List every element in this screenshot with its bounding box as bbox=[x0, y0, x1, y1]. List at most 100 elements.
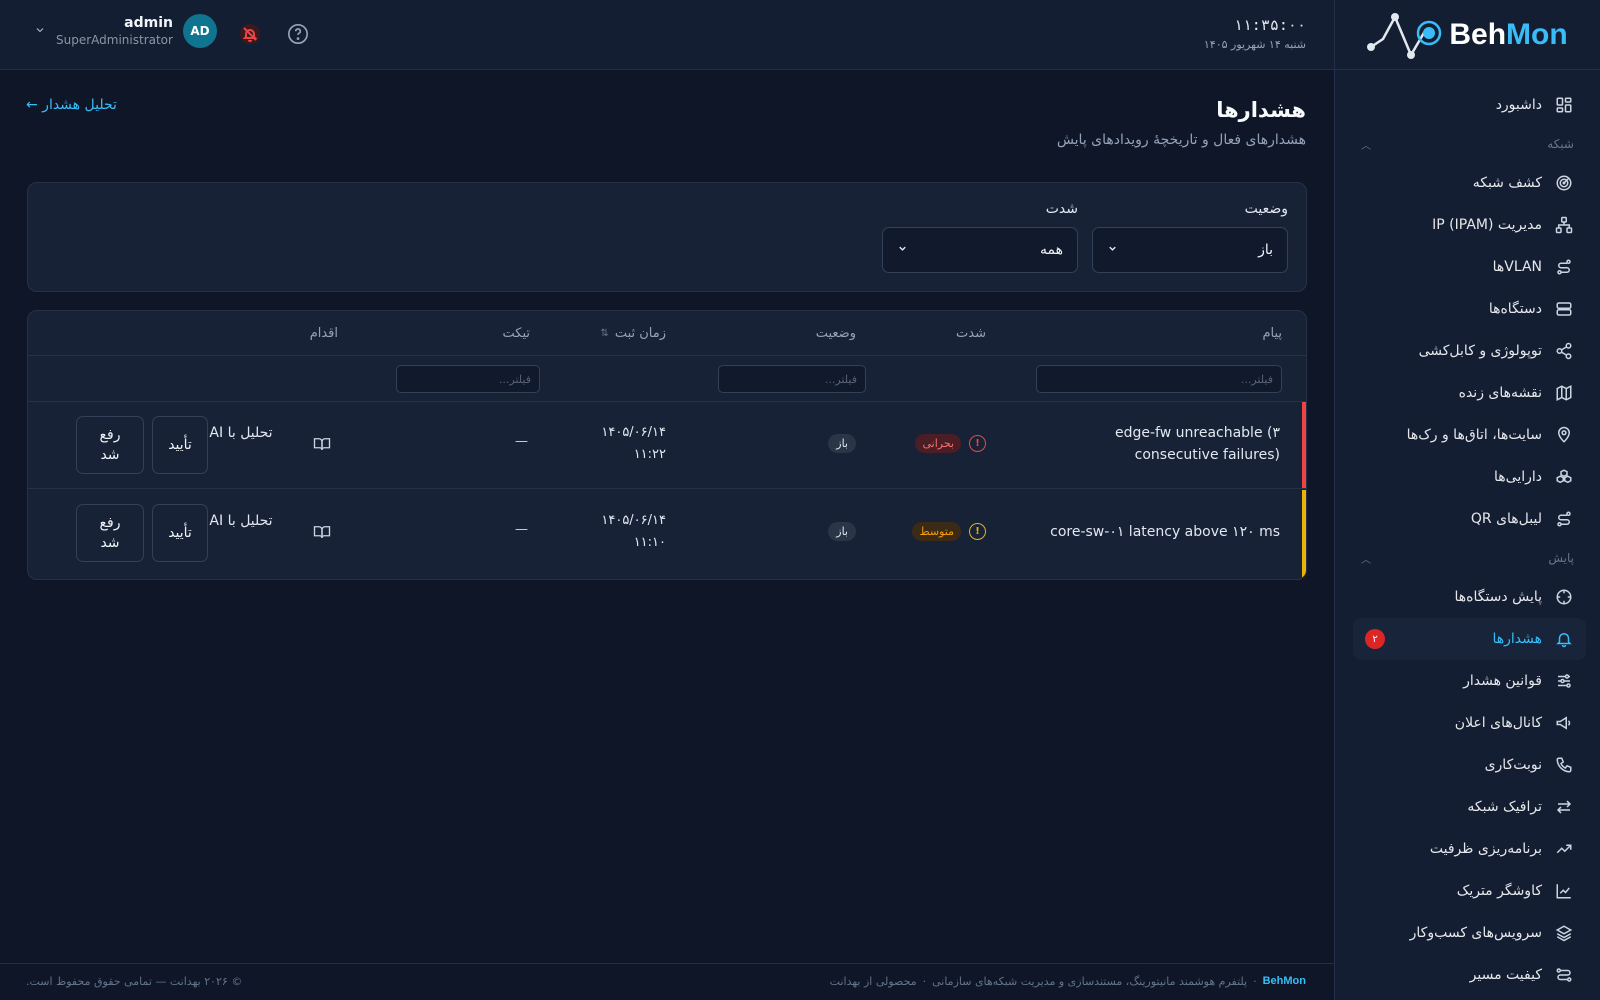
sidebar-item-notification-channels[interactable]: کانال‌های اعلان bbox=[1335, 702, 1600, 744]
ticket-filter-input[interactable] bbox=[396, 365, 540, 393]
sidebar-item-label: کیفیت مسیر bbox=[1469, 967, 1542, 983]
column-header-status[interactable]: وضعیت bbox=[816, 326, 856, 341]
alert-circle-icon: ! bbox=[969, 523, 986, 540]
book-open-icon[interactable] bbox=[313, 523, 331, 541]
avatar[interactable]: AD bbox=[182, 14, 217, 48]
alerts-table: پیام شدت وضعیت زمان ثبت ⇅ تیکت اقدام edg… bbox=[27, 310, 1307, 580]
top-header: ۱۱:۳۵:۰۰ شنبه ۱۴ شهریور ۱۴۰۵ admin Super… bbox=[0, 0, 1334, 70]
chevron-up-icon: ︿ bbox=[1361, 554, 1371, 566]
sidebar-section-monitoring[interactable]: پایش ︿ bbox=[1335, 540, 1600, 576]
footer-copyright: © ۲۰۲۶ بهدانت — تمامی حقوق محفوظ است. bbox=[26, 975, 243, 988]
column-header-message[interactable]: پیام bbox=[1262, 326, 1282, 341]
ticket-value: — bbox=[515, 522, 528, 537]
sidebar-item-qr-labels[interactable]: لیبل‌های QR bbox=[1335, 498, 1600, 540]
layers-icon bbox=[1554, 923, 1574, 943]
message-filter-input[interactable] bbox=[1036, 365, 1282, 393]
help-icon[interactable] bbox=[286, 22, 310, 46]
sidebar-item-alerts[interactable]: هشدارها ۲ bbox=[1353, 618, 1586, 660]
severity-cell: ! متوسط bbox=[912, 522, 986, 541]
status-filter-select[interactable]: باز bbox=[1092, 227, 1288, 273]
resolve-button[interactable]: رفع شد bbox=[76, 416, 144, 474]
acknowledge-button[interactable]: تأیید bbox=[152, 504, 208, 562]
severity-filter-label: شدت bbox=[1045, 201, 1078, 217]
path-icon bbox=[1554, 965, 1574, 985]
sidebar-item-on-call[interactable]: نوبت‌کاری bbox=[1335, 744, 1600, 786]
sidebar-item-label: کانال‌های اعلان bbox=[1454, 715, 1542, 731]
phone-icon bbox=[1554, 755, 1574, 775]
sidebar-item-network-discovery[interactable]: کشف شبکه bbox=[1335, 162, 1600, 204]
table-row[interactable]: core-sw-۰۱ latency above ۱۲۰ ms ! متوسط … bbox=[28, 490, 1306, 577]
alert-circle-icon: ! bbox=[969, 435, 986, 452]
sidebar-item-label: سایت‌ها، اتاق‌ها و رک‌ها bbox=[1406, 427, 1542, 443]
sidebar-item-dashboard[interactable]: داشبورد bbox=[1335, 84, 1600, 126]
table-row[interactable]: edge-fw unreachable (۳ consecutive failu… bbox=[28, 402, 1306, 489]
clock-date: شنبه ۱۴ شهریور ۱۴۰۵ bbox=[1203, 38, 1306, 51]
share-icon bbox=[1554, 341, 1574, 361]
sidebar-item-label: پایش دستگاه‌ها bbox=[1454, 589, 1542, 605]
chevron-down-icon bbox=[34, 24, 46, 39]
sidebar-item-business-services[interactable]: سرویس‌های کسب‌وکار bbox=[1335, 912, 1600, 954]
status-filter-input[interactable] bbox=[718, 365, 866, 393]
sidebar-item-sites[interactable]: سایت‌ها، اتاق‌ها و رک‌ها bbox=[1335, 414, 1600, 456]
sidebar-item-label: دارایی‌ها bbox=[1494, 469, 1542, 485]
resolve-button[interactable]: رفع شد bbox=[76, 504, 144, 562]
sidebar-item-topology[interactable]: توپولوژی و کابل‌کشی bbox=[1335, 330, 1600, 372]
alert-analysis-link[interactable]: تحلیل هشدار ← bbox=[26, 97, 117, 113]
brand[interactable]: BehMon bbox=[1335, 0, 1600, 70]
column-header-time[interactable]: زمان ثبت ⇅ bbox=[600, 326, 666, 341]
sidebar-section-network[interactable]: شبکه ︿ bbox=[1335, 126, 1600, 162]
chevron-down-icon bbox=[1107, 243, 1118, 257]
sidebar-item-network-traffic[interactable]: ترافیک شبکه bbox=[1335, 786, 1600, 828]
severity-badge: متوسط bbox=[912, 522, 961, 541]
alert-message: edge-fw unreachable (۳ consecutive failu… bbox=[1115, 425, 1280, 463]
analyze-with-ai-button[interactable]: تحلیل با AI bbox=[206, 510, 276, 532]
sidebar-item-device-monitoring[interactable]: پایش دستگاه‌ها bbox=[1335, 576, 1600, 618]
alert-time: ۱۴۰۵/۰۶/۱۴ ۱۱:۲۲ bbox=[601, 425, 666, 462]
acknowledge-button[interactable]: تأیید bbox=[152, 416, 208, 474]
sidebar-item-path-quality[interactable]: کیفیت مسیر bbox=[1335, 954, 1600, 996]
sidebar-item-vlans[interactable]: VLANها bbox=[1335, 246, 1600, 288]
line-chart-icon bbox=[1554, 881, 1574, 901]
severity-cell: ! بحرانی bbox=[915, 434, 986, 453]
sidebar-item-assets[interactable]: دارایی‌ها bbox=[1335, 456, 1600, 498]
sort-icon: ⇅ bbox=[600, 328, 609, 339]
chevron-up-icon: ︿ bbox=[1361, 140, 1371, 152]
user-role: SuperAdministrator bbox=[56, 33, 173, 47]
sidebar-item-label: کشف شبکه bbox=[1472, 175, 1542, 191]
page-subtitle: هشدارهای فعال و تاریخچهٔ رویدادهای پایش bbox=[1056, 132, 1306, 148]
brand-name: BehMon bbox=[1449, 17, 1568, 51]
user-menu[interactable]: admin SuperAdministrator AD bbox=[34, 14, 217, 48]
sidebar-item-label: مدیریت IP (IPAM) bbox=[1432, 217, 1542, 233]
sidebar-item-devices[interactable]: دستگاه‌ها bbox=[1335, 288, 1600, 330]
sidebar-item-live-maps[interactable]: نقشه‌های زنده bbox=[1335, 372, 1600, 414]
column-header-ticket[interactable]: تیکت bbox=[503, 326, 531, 341]
sidebar-item-label: قوانین هشدار bbox=[1463, 673, 1542, 689]
alert-message: core-sw-۰۱ latency above ۱۲۰ ms bbox=[1050, 524, 1280, 540]
clock: ۱۱:۳۵:۰۰ شنبه ۱۴ شهریور ۱۴۰۵ bbox=[1204, 16, 1306, 51]
severity-stripe bbox=[1302, 402, 1306, 488]
book-open-icon[interactable] bbox=[313, 435, 331, 453]
sidebar-nav: داشبورد شبکه ︿ کشف شبکه مدیریت IP (IPAM)… bbox=[1335, 70, 1600, 996]
sidebar-item-label: برنامه‌ریزی ظرفیت bbox=[1429, 841, 1542, 857]
table-header: پیام شدت وضعیت زمان ثبت ⇅ تیکت اقدام bbox=[28, 311, 1306, 356]
sidebar-item-ipam[interactable]: مدیریت IP (IPAM) bbox=[1335, 204, 1600, 246]
sidebar-item-alert-rules[interactable]: قوانین هشدار bbox=[1335, 660, 1600, 702]
footer-brand[interactable]: BehMon bbox=[1263, 975, 1306, 988]
ticket-value: — bbox=[515, 434, 528, 449]
main-content: هشدارها هشدارهای فعال و تاریخچهٔ رویداده… bbox=[0, 70, 1334, 963]
sidebar-item-label: دستگاه‌ها bbox=[1488, 301, 1542, 317]
sidebar-item-label: نوبت‌کاری bbox=[1484, 757, 1542, 773]
severity-stripe bbox=[1302, 490, 1306, 577]
sidebar-item-capacity-planning[interactable]: برنامه‌ریزی ظرفیت bbox=[1335, 828, 1600, 870]
sidebar-item-label: هشدارها bbox=[1492, 631, 1542, 647]
filters-panel: وضعیت باز شدت همه bbox=[27, 182, 1307, 292]
column-header-severity[interactable]: شدت bbox=[956, 326, 986, 341]
analyze-with-ai-button[interactable]: تحلیل با AI bbox=[206, 422, 276, 444]
sidebar-item-label: داشبورد bbox=[1495, 97, 1542, 113]
megaphone-icon bbox=[1554, 713, 1574, 733]
notifications-muted-icon[interactable] bbox=[238, 22, 262, 46]
status-filter-label: وضعیت bbox=[1244, 201, 1288, 217]
sidebar-item-metric-explorer[interactable]: کاوشگر متریک bbox=[1335, 870, 1600, 912]
severity-filter-select[interactable]: همه bbox=[882, 227, 1078, 273]
sidebar-item-label: کاوشگر متریک bbox=[1456, 883, 1542, 899]
